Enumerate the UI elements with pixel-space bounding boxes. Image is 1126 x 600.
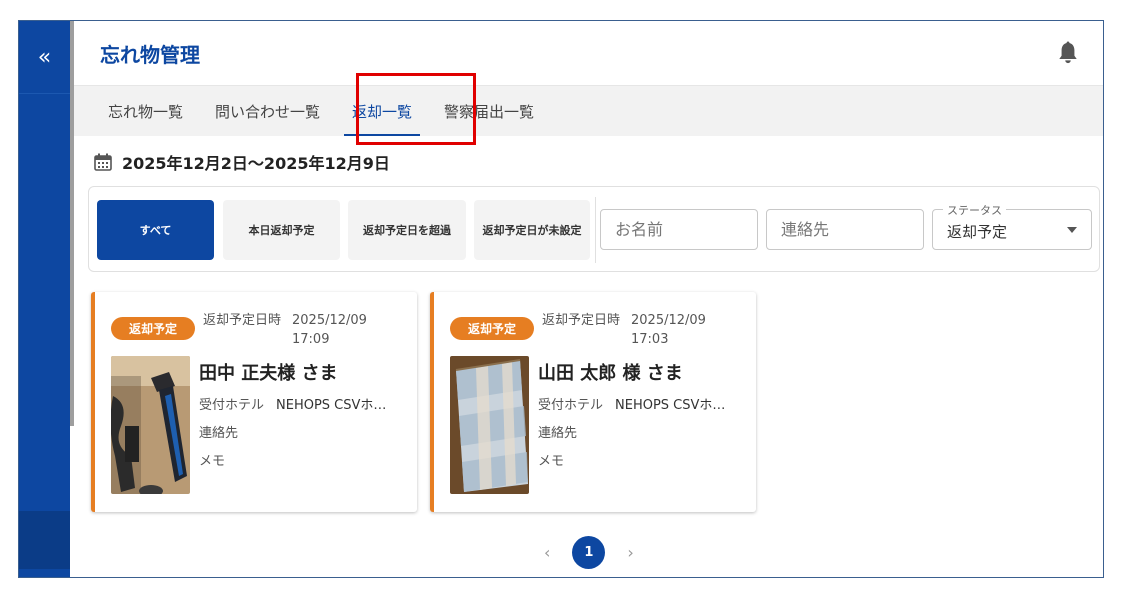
hotel-row: 受付ホテル NEHOPS CSVホ…	[199, 394, 386, 413]
contact-input[interactable]	[767, 210, 923, 249]
item-photo-shaver	[111, 356, 190, 494]
header: 忘れ物管理	[74, 21, 1103, 86]
return-date-label: 返却予定日時	[542, 313, 621, 328]
return-card[interactable]: 返却予定 返却予定日時 2025/12/09 17:03 山田 太郎 様 さま …	[430, 292, 756, 512]
date-range[interactable]: 2025年12月2日〜2025年12月9日	[74, 136, 1103, 188]
return-time: 17:09	[292, 332, 330, 347]
collapse-sidebar-button[interactable]: «	[19, 21, 70, 94]
page-title: 忘れ物管理	[100, 42, 200, 67]
name-input[interactable]	[601, 210, 757, 249]
tab-police-reports[interactable]: 警察届出一覧	[428, 86, 550, 136]
return-time: 17:03	[631, 332, 669, 347]
return-date-value: 2025/12/09 17:03	[631, 311, 721, 349]
return-date-value: 2025/12/09 17:09	[292, 311, 382, 349]
sidebar-footer	[19, 511, 70, 569]
filter-divider	[595, 197, 596, 263]
hotel-label: 受付ホテル	[199, 398, 265, 413]
tab-lost-items[interactable]: 忘れ物一覧	[92, 86, 199, 136]
main-content: 忘れ物管理 忘れ物一覧 問い合わせ一覧 返却一覧 警察届出一覧 2025年12月…	[74, 21, 1103, 577]
prev-page-button[interactable]: ‹	[544, 543, 550, 562]
status-badge: 返却予定	[450, 317, 534, 340]
contact-label: 連絡先	[538, 426, 578, 441]
memo-label: メモ	[199, 454, 226, 469]
filter-overdue-button[interactable]: 返却予定日を超過	[348, 200, 466, 260]
filter-panel: すべて 本日返却予定 返却予定日を超過 返却予定日が未設定 ステータス 返却予定	[88, 186, 1100, 272]
return-date-label: 返却予定日時	[203, 313, 282, 328]
date-range-label: 2025年12月2日〜2025年12月9日	[122, 154, 390, 173]
hotel-value: NEHOPS CSVホ…	[615, 398, 726, 413]
customer-name: 山田 太郎 様 さま	[538, 363, 683, 384]
page-1-button[interactable]: 1	[572, 536, 606, 569]
contact-field[interactable]	[766, 209, 924, 250]
filter-all-button[interactable]: すべて	[97, 200, 214, 260]
tab-bar: 忘れ物一覧 問い合わせ一覧 返却一覧 警察届出一覧	[74, 86, 1103, 136]
return-date: 2025/12/09	[292, 313, 367, 328]
hotel-row: 受付ホテル NEHOPS CSVホ…	[538, 394, 725, 413]
caret-down-icon	[1067, 227, 1077, 233]
app-window: « 忘れ物管理 忘れ物一覧 問い合わせ一覧 返却一覧 警察届出一覧 2025年1…	[18, 20, 1104, 578]
customer-name: 田中 正夫様 さま	[199, 363, 338, 384]
status-badge: 返却予定	[111, 317, 195, 340]
tab-inquiries[interactable]: 問い合わせ一覧	[199, 86, 336, 136]
filter-unset-button[interactable]: 返却予定日が未設定	[474, 200, 590, 260]
contact-label: 連絡先	[199, 426, 239, 441]
calendar-icon	[94, 153, 112, 171]
status-label: ステータス	[943, 202, 1006, 218]
tab-returns[interactable]: 返却一覧	[336, 86, 428, 136]
name-field[interactable]	[600, 209, 758, 250]
next-page-button[interactable]: ›	[627, 543, 633, 562]
hotel-value: NEHOPS CSVホ…	[276, 398, 387, 413]
status-select[interactable]: ステータス 返却予定	[932, 202, 1092, 250]
pagination: ‹ 1 ›	[544, 536, 634, 569]
sidebar: «	[19, 21, 70, 577]
memo-label: メモ	[538, 454, 565, 469]
return-date: 2025/12/09	[631, 313, 706, 328]
hotel-label: 受付ホテル	[538, 398, 604, 413]
return-card[interactable]: 返却予定 返却予定日時 2025/12/09 17:09 田中 正夫様 さま 受…	[91, 292, 417, 512]
item-photo-notebook	[450, 356, 529, 494]
filter-today-button[interactable]: 本日返却予定	[223, 200, 340, 260]
status-value: 返却予定	[947, 223, 1008, 241]
bell-icon[interactable]	[1057, 41, 1079, 65]
